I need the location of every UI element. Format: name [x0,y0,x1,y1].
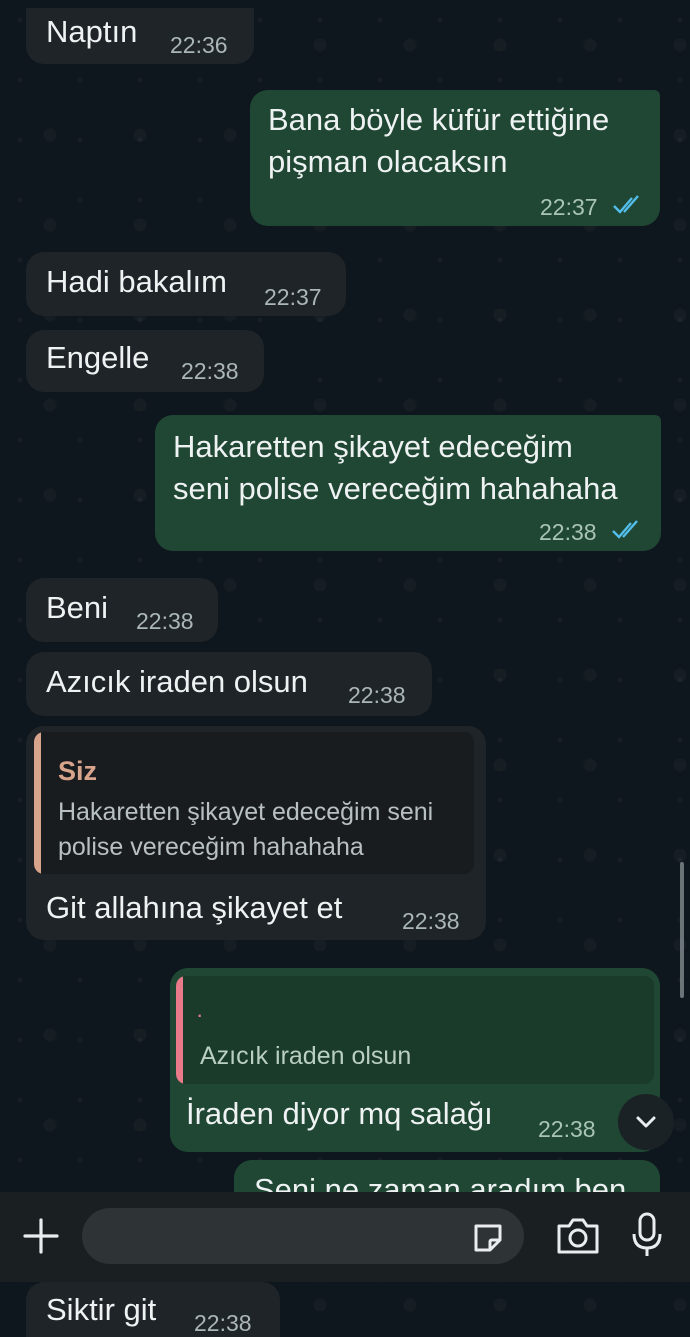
message-text-line: seni polise vereceğim hahahaha [173,471,618,506]
microphone-icon[interactable] [630,1212,664,1258]
message-outgoing-reply[interactable]: · Azıcık iraden olsun İraden diyor mq sa… [170,968,660,1152]
camera-icon[interactable] [555,1216,601,1256]
message-outgoing[interactable]: Bana böyle küfür ettiğine pişman olacaks… [250,90,660,226]
message-text: Naptın [46,14,138,49]
message-incoming[interactable]: Hadi bakalım 22:37 [26,252,346,316]
message-incoming[interactable]: Siktir git 22:38 [26,1282,280,1337]
message-time: 22:38 [402,908,460,934]
message-input[interactable] [82,1208,524,1264]
message-incoming[interactable]: Beni 22:38 [26,578,218,642]
quote-text-line: Hakaretten şikayet edeceğim seni [58,798,434,826]
quote-accent-bar [34,732,41,874]
quoted-message[interactable]: Siz Hakaretten şikayet edeceğim seni pol… [34,732,474,874]
message-time: 22:37 [264,284,322,310]
message-text-line: Bana böyle küfür ettiğine [268,102,610,137]
message-time: 22:38 [539,519,597,545]
sticker-icon[interactable] [470,1220,506,1256]
message-outgoing[interactable]: Hakaretten şikayet edeceğim seni polise … [155,415,661,551]
message-text: Engelle [46,340,150,375]
message-time: 22:38 [348,682,406,708]
message-incoming[interactable]: Azıcık iraden olsun 22:38 [26,652,432,716]
message-text-line: Hakaretten şikayet edeceğim [173,429,573,464]
message-text-line: pişman olacaksın [268,144,508,179]
message-incoming[interactable]: Naptın 22:36 [26,8,254,64]
message-time: 22:38 [194,1310,252,1336]
plus-icon[interactable] [22,1217,60,1255]
scrollbar[interactable] [680,862,684,998]
message-incoming[interactable]: Engelle 22:38 [26,330,264,392]
message-time: 22:38 [136,608,194,634]
quote-accent-bar [176,976,183,1084]
message-composer [0,1192,690,1282]
message-text: Git allahına şikayet et [46,890,343,925]
quoted-message[interactable]: · Azıcık iraden olsun [176,976,654,1084]
quote-author: Siz [58,756,98,786]
message-text: Siktir git [46,1292,157,1327]
quote-text-line: Azıcık iraden olsun [200,1042,412,1070]
message-incoming-reply[interactable]: Siz Hakaretten şikayet edeceğim seni pol… [26,726,486,940]
read-receipt-icon [613,195,639,214]
message-text: Beni [46,590,109,625]
message-time: 22:38 [538,1116,596,1142]
message-time: 22:37 [540,194,598,220]
message-text: Hadi bakalım [46,264,227,299]
chevron-down-icon [636,1116,656,1128]
message-time: 22:38 [181,358,239,384]
scroll-to-bottom-button[interactable] [618,1094,674,1150]
quote-author: · [196,1002,204,1027]
read-receipt-icon [612,520,638,539]
message-text: Azıcık iraden olsun [46,664,308,699]
message-time: 22:36 [170,32,228,58]
quote-text-line: polise vereceğim hahahaha [58,833,364,861]
message-text: İraden diyor mq salağı [186,1096,493,1131]
